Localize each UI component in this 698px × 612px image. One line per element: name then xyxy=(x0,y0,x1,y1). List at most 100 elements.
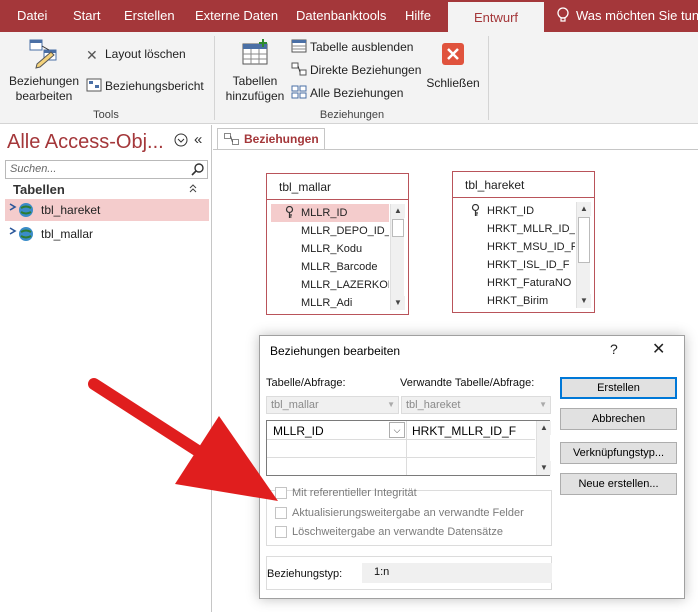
field-mllr-kodu[interactable]: MLLR_Kodu xyxy=(271,240,389,258)
cancel-button[interactable]: Abbrechen xyxy=(560,408,677,430)
hide-table-button[interactable]: Tabelle ausblenden xyxy=(291,37,413,57)
add-tables-label: Tabellen hinzufügen xyxy=(225,74,285,103)
scroll-down-icon[interactable]: ▼ xyxy=(577,294,591,308)
chevron-down-icon: ▼ xyxy=(387,400,395,409)
field-hrkt-id[interactable]: HRKT_ID xyxy=(457,202,575,220)
relationship-type-label: Beziehungstyp: xyxy=(267,568,343,580)
cascade-delete-label: Löschweitergabe an verwandte Datensätze xyxy=(292,526,503,538)
table-query-select[interactable]: tbl_mallar ▼ xyxy=(266,396,399,414)
cascade-delete-checkbox[interactable] xyxy=(275,526,287,538)
field-mapping-grid[interactable]: MLLR_ID ⌵ HRKT_MLLR_ID_F ▲ ▼ xyxy=(266,420,551,476)
tab-beziehungen[interactable]: Beziehungen xyxy=(217,128,325,150)
x-icon: ✕ xyxy=(86,47,98,63)
field-mllr-lazerkod[interactable]: MLLR_LAZERKOD xyxy=(271,276,389,294)
collapse-section-icon[interactable] xyxy=(188,182,198,196)
cascade-update-label: Aktualisierungsweitergabe an verwandte F… xyxy=(292,507,524,519)
table-window-title[interactable]: tbl_hareket xyxy=(453,172,594,198)
create-new-button[interactable]: Neue erstellen... xyxy=(560,473,677,495)
nav-item-tbl-hareket[interactable]: tbl_hareket xyxy=(5,199,209,221)
field-hrkt-faturano[interactable]: HRKT_FaturaNO xyxy=(457,274,575,292)
field-hrkt-mllr-id-f[interactable]: HRKT_MLLR_ID_F xyxy=(457,220,575,238)
add-tables-button[interactable]: Tabellen hinzufügen xyxy=(222,38,288,104)
field-mllr-id[interactable]: MLLR_ID xyxy=(271,204,389,222)
table-scrollbar[interactable]: ▲ ▼ xyxy=(390,204,405,310)
field-hrkt-msu-id-f[interactable]: HRKT_MSU_ID_F xyxy=(457,238,575,256)
tab-entwurf[interactable]: Entwurf xyxy=(448,0,544,32)
add-table-icon xyxy=(242,39,268,65)
scroll-up-icon[interactable]: ▲ xyxy=(537,421,551,435)
scroll-down-icon[interactable]: ▼ xyxy=(391,296,405,310)
primary-key-icon xyxy=(285,206,294,218)
relationship-type-box: Beziehungstyp: 1:n xyxy=(266,556,552,590)
create-button[interactable]: Erstellen xyxy=(560,377,677,399)
field-label: HRKT_ID xyxy=(487,205,535,217)
clear-layout-button[interactable]: ✕ Layout löschen xyxy=(86,44,186,64)
referential-integrity-checkbox[interactable] xyxy=(275,487,287,499)
ribbon: Beziehungen bearbeiten ✕ Layout löschen B… xyxy=(0,32,698,124)
table-window-tbl-hareket[interactable]: tbl_hareket HRKT_ID HRKT_MLLR_ID_F HRKT_… xyxy=(452,171,595,313)
collapse-pane-icon[interactable]: « xyxy=(194,131,202,148)
dialog-title[interactable]: Beziehungen bearbeiten xyxy=(270,344,400,358)
referential-integrity-label: Mit referentieller Integrität xyxy=(292,487,417,499)
grid-scrollbar[interactable]: ▲ ▼ xyxy=(536,421,551,475)
scroll-thumb[interactable] xyxy=(578,217,590,263)
clear-layout-label: Layout löschen xyxy=(105,47,186,61)
tell-me-box[interactable]: Was möchten Sie tun xyxy=(556,0,698,32)
field-mllr-barcode[interactable]: MLLR_Barcode xyxy=(271,258,389,276)
doc-tab-label: Beziehungen xyxy=(244,132,319,146)
ribbon-separator xyxy=(214,36,215,120)
tell-me-text: Was möchten Sie tun xyxy=(576,8,698,23)
all-relationships-label: Alle Beziehungen xyxy=(310,86,404,100)
all-relationships-button[interactable]: Alle Beziehungen xyxy=(291,83,403,103)
relationship-report-button[interactable]: Beziehungsbericht xyxy=(86,76,204,96)
edit-relationships-button[interactable]: Beziehungen bearbeiten xyxy=(8,38,80,104)
nav-item-tbl-mallar[interactable]: tbl_mallar xyxy=(5,223,209,245)
cascade-update-checkbox[interactable] xyxy=(275,507,287,519)
table-window-tbl-mallar[interactable]: tbl_mallar MLLR_ID MLLR_DEPO_ID_F MLLR_K… xyxy=(266,173,409,315)
field-hrkt-birim[interactable]: HRKT_Birim xyxy=(457,292,575,310)
left-field-cell[interactable]: MLLR_ID xyxy=(269,422,328,440)
scroll-up-icon[interactable]: ▲ xyxy=(577,202,591,216)
scroll-down-icon[interactable]: ▼ xyxy=(537,461,551,475)
direct-relationships-button[interactable]: Direkte Beziehungen xyxy=(291,60,421,80)
all-relationships-icon xyxy=(291,85,307,99)
tab-hilfe[interactable]: Hilfe xyxy=(405,0,431,32)
related-table-label: Verwandte Tabelle/Abfrage: xyxy=(400,377,535,389)
table-window-title[interactable]: tbl_mallar xyxy=(267,174,408,200)
search-icon[interactable] xyxy=(191,162,205,176)
grid-divider xyxy=(406,421,407,475)
field-mllr-depo-id-f[interactable]: MLLR_DEPO_ID_F xyxy=(271,222,389,240)
tab-erstellen[interactable]: Erstellen xyxy=(124,0,175,32)
hide-table-icon xyxy=(291,39,307,53)
tab-start[interactable]: Start xyxy=(73,0,100,32)
field-hrkt-isl-id-f[interactable]: HRKT_ISL_ID_F xyxy=(457,256,575,274)
join-type-button[interactable]: Verknüpfungstyp... xyxy=(560,442,677,464)
close-relationships-button[interactable]: Schließen xyxy=(424,42,482,91)
direct-relationships-icon xyxy=(291,62,307,76)
close-icon[interactable]: ✕ xyxy=(652,339,665,359)
linked-table-icon xyxy=(9,203,33,217)
edit-relationships-icon xyxy=(29,39,57,69)
field-mllr-adi[interactable]: MLLR_Adi xyxy=(271,294,389,312)
primary-key-icon xyxy=(471,204,480,216)
close-icon xyxy=(442,43,464,65)
chevron-down-circle-icon[interactable] xyxy=(174,133,188,150)
scroll-thumb[interactable] xyxy=(392,219,404,237)
tab-externe-daten[interactable]: Externe Daten xyxy=(195,0,278,32)
tools-group-label: Tools xyxy=(93,109,119,121)
help-icon[interactable]: ? xyxy=(610,341,618,357)
table-scrollbar[interactable]: ▲ ▼ xyxy=(576,202,591,308)
tab-datenbanktools[interactable]: Datenbanktools xyxy=(296,0,386,32)
nav-pane-title[interactable]: Alle Access-Obj... xyxy=(7,131,164,154)
lightbulb-icon xyxy=(557,7,569,22)
related-table-select[interactable]: tbl_hareket ▼ xyxy=(401,396,551,414)
search-input[interactable]: Suchen... xyxy=(5,160,208,179)
section-tables[interactable]: Tabellen xyxy=(13,182,65,197)
tab-datei[interactable]: Datei xyxy=(17,0,47,32)
right-field-cell[interactable]: HRKT_MLLR_ID_F xyxy=(408,422,520,440)
chevron-down-icon[interactable]: ⌵ xyxy=(389,422,405,438)
field-label: MLLR_ID xyxy=(301,207,348,219)
scroll-up-icon[interactable]: ▲ xyxy=(391,204,405,218)
relationship-report-label: Beziehungsbericht xyxy=(105,79,204,93)
close-label: Schließen xyxy=(426,76,480,90)
